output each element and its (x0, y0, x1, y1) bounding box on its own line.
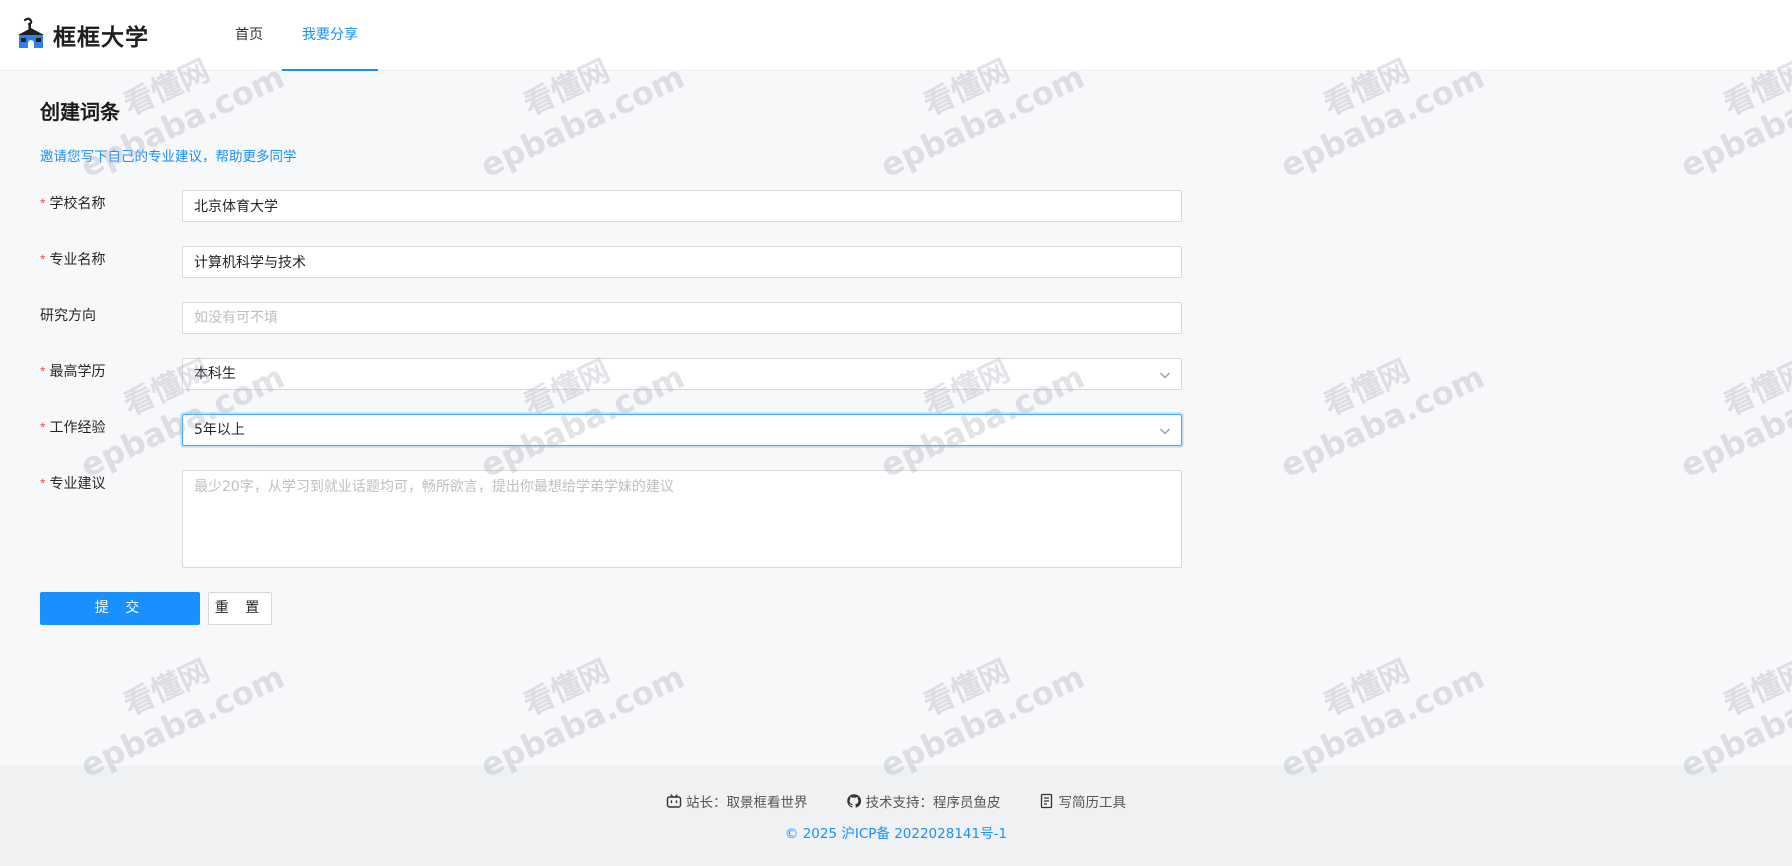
logo[interactable]: 框框大学 (16, 17, 149, 53)
footer-support-text: 技术支持：程序员鱼皮 (865, 795, 1001, 811)
degree-select-value: 本科生 (194, 366, 236, 382)
footer-tool-link[interactable]: 写简历工具 (1039, 791, 1127, 811)
resume-doc-icon (1040, 793, 1052, 809)
experience-label: * 工作经验 (40, 419, 106, 436)
required-mark: * (40, 475, 46, 491)
experience-select[interactable]: 5年以上 (182, 414, 1182, 446)
footer-tool-text: 写简历工具 (1058, 795, 1127, 811)
major-input[interactable] (182, 246, 1182, 278)
required-mark: * (40, 195, 46, 211)
direction-input[interactable] (182, 302, 1182, 334)
major-label: * 专业名称 (40, 251, 106, 268)
chevron-down-icon (1160, 428, 1170, 435)
footer-owner-text: 站长：取景框看世界 (686, 795, 808, 811)
nav-share[interactable]: 我要分享 (282, 0, 378, 71)
page-subtitle: 邀请您写下自己的专业建议，帮助更多同学 (40, 149, 297, 165)
footer-copyright[interactable]: © 2025 沪ICP备 2022028141号-1 (0, 822, 1792, 842)
github-icon (846, 794, 861, 808)
chevron-down-icon (1160, 372, 1170, 379)
top-header: 框框大学 首页 我要分享 (0, 0, 1792, 71)
required-mark: * (40, 363, 46, 379)
reset-button[interactable]: 重 置 (208, 592, 272, 625)
submit-button[interactable]: 提 交 (40, 592, 200, 625)
footer-links: 站长：取景框看世界 技术支持：程序员鱼皮 写简历工具 (0, 791, 1792, 811)
school-input[interactable] (182, 190, 1182, 222)
required-mark: * (40, 251, 46, 267)
advice-label: * 专业建议 (40, 475, 106, 492)
school-house-icon (16, 17, 46, 53)
footer-owner-link[interactable]: 站长：取景框看世界 (666, 791, 808, 811)
bilibili-icon (666, 794, 682, 808)
page-title: 创建词条 (40, 100, 120, 124)
direction-label: 研究方向 (40, 308, 96, 324)
degree-select[interactable]: 本科生 (182, 358, 1182, 390)
degree-label: * 最高学历 (40, 363, 106, 380)
nav-home[interactable]: 首页 (222, 0, 276, 71)
advice-textarea[interactable] (182, 470, 1182, 568)
required-mark: * (40, 419, 46, 435)
main-content: 创建词条 邀请您写下自己的专业建议，帮助更多同学 *学校名称 *专业名称 研究方… (0, 71, 1792, 766)
school-label: * 学校名称 (40, 195, 106, 212)
footer: 站长：取景框看世界 技术支持：程序员鱼皮 写简历工具 © 2025 沪ICP备 … (0, 766, 1792, 866)
logo-text: 框框大学 (53, 25, 149, 51)
experience-select-value: 5年以上 (194, 422, 245, 438)
footer-support-link[interactable]: 技术支持：程序员鱼皮 (846, 791, 1001, 811)
